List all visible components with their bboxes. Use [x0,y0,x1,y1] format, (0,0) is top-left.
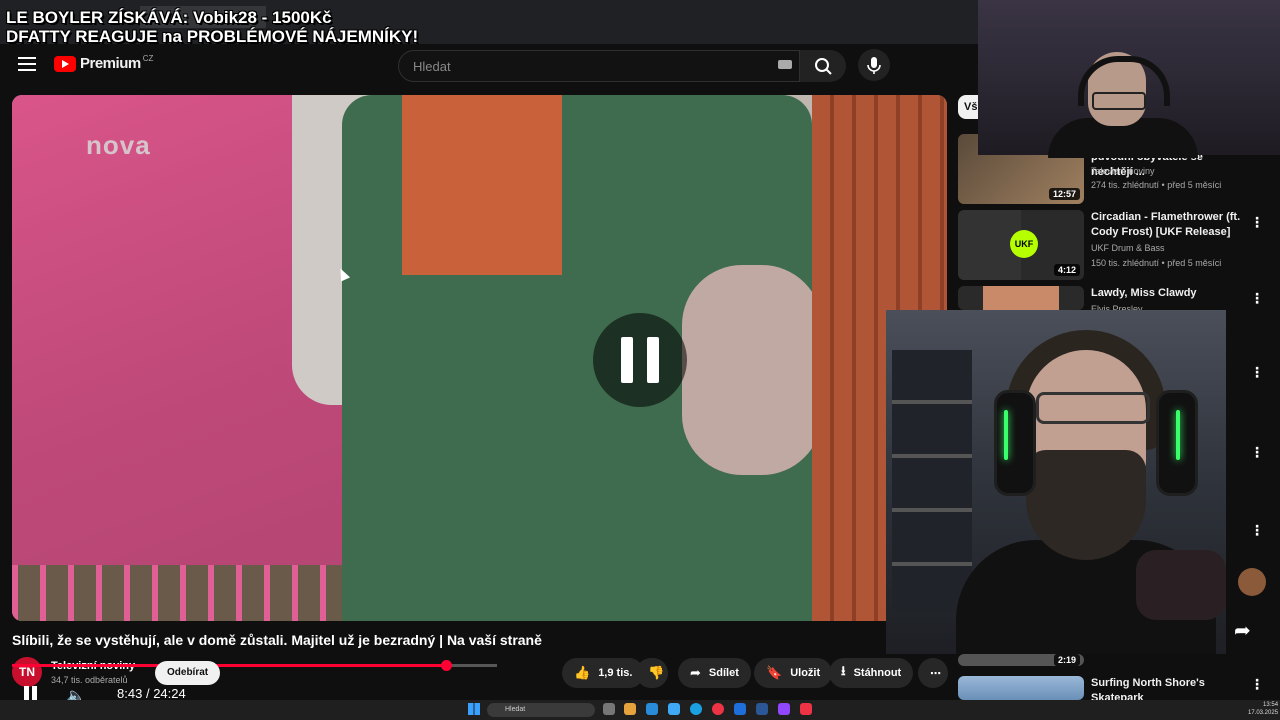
video-thumbnail[interactable]: 2:19 [958,654,1084,666]
file-explorer-icon[interactable] [624,703,636,715]
video-title[interactable]: Lawdy, Miss Clawdy [1091,286,1241,301]
clock-date: 17.03.2025 [1248,710,1279,716]
bookmark-icon: 🔖 [766,665,783,680]
time-separator: / [145,686,150,701]
video-title: Slíbili, že se vystěhují, ale v domě zůs… [12,632,542,648]
clock-time: 13:54 [1263,702,1279,708]
voice-search-button[interactable] [858,49,890,81]
download-label: Stáhnout [853,667,902,679]
video-thumbnail[interactable]: UKF 4:12 [958,210,1084,280]
video-thumbnail[interactable] [958,676,1084,700]
more-options-icon[interactable]: ⋮ [1250,676,1264,693]
video-meta: 150 tis. zhlédnutí • před 5 měsíci [1091,258,1222,268]
share-arrow-icon[interactable]: ➦ [1234,618,1251,643]
thumbs-down-icon: 👎 [648,665,665,680]
video-duration: 2:19 [1053,654,1080,666]
webcam-streamer-2 [886,310,1226,654]
twitch-icon[interactable] [778,703,790,715]
duration: 24:24 [153,686,186,701]
taskbar-search[interactable]: Hledat [487,703,595,717]
video-title[interactable]: Circadian - Flamethrower (ft. Cody Frost… [1091,210,1241,240]
time-display: 8:43 / 24:24 [117,686,186,701]
video-duration: 12:57 [1048,188,1080,200]
task-view-icon[interactable] [603,703,615,715]
more-icon: ⋯ [930,667,941,680]
like-button[interactable]: 👍 1,9 tis. [562,658,645,688]
share-label: Sdílet [708,667,739,679]
avatar-emoji-icon [1238,568,1266,596]
center-pause-icon[interactable] [593,313,687,407]
youtube-play-icon [54,55,76,72]
subscribe-button[interactable]: Odebírat [155,661,221,685]
edge-icon[interactable] [690,703,702,715]
microphone-icon [867,57,881,74]
channel-watermark: nova [86,130,151,160]
like-count: 1,9 tis. [598,667,633,679]
stream-overlay-title: LE BOYLER ZÍSKÁVÁ: Vobik28 - 1500Kč DFAT… [6,8,418,46]
more-options-icon[interactable]: ⋮ [1250,290,1264,307]
progress-bar-played [12,664,446,667]
hamburger-menu-icon[interactable] [18,57,36,71]
more-actions-button[interactable]: ⋯ [918,658,948,688]
download-button[interactable]: ⭳ Stáhnout [829,658,914,688]
video-scene-orange-shirt [402,95,562,275]
recommended-video[interactable]: UKF 4:12 Circadian - Flamethrower (ft. C… [958,210,1268,280]
logo-region: CZ [142,54,154,63]
steam-icon[interactable] [756,703,768,715]
thumbs-up-icon: 👍 [574,665,591,680]
video-duration: 4:12 [1053,264,1080,276]
keyboard-icon[interactable] [778,60,792,69]
share-button[interactable]: ➦ Sdílet [678,658,751,688]
current-time: 8:43 [117,686,143,701]
app-icon[interactable] [734,703,746,715]
video-scene-hand [682,265,822,475]
dislike-button[interactable]: 👎 [636,658,668,688]
mail-icon[interactable] [668,703,680,715]
overlay-line-2: DFATTY REAGUJE na PROBLÉMOVÉ NÁJEMNÍKY! [6,27,419,46]
store-icon[interactable] [646,703,658,715]
overlay-line-1: LE BOYLER ZÍSKÁVÁ: Vobik28 - 1500Kč [6,8,332,27]
download-icon: ⭳ [841,663,846,678]
more-options-icon[interactable]: ⋮ [1250,364,1264,381]
video-player[interactable] [12,95,947,621]
webcam-streamer-1 [978,0,1280,158]
more-options-icon[interactable]: ⋮ [1250,522,1264,539]
search-button[interactable] [800,50,846,82]
logo-text: Premium [80,55,141,72]
progress-scrubber-handle[interactable] [441,660,452,671]
share-icon: ➦ [690,665,701,680]
obs-icon[interactable] [800,703,812,715]
system-clock: 13:54 17.03.2025 [1248,701,1278,717]
youtube-logo[interactable]: Premium CZ [54,54,154,72]
video-meta: 274 tis. zhlédnutí • před 5 měsíci [1091,180,1222,190]
channel-avatar[interactable]: TN [12,657,42,687]
search-input[interactable] [411,58,775,75]
video-channel[interactable]: UKF Drum & Bass [1091,243,1165,253]
recommended-video[interactable]: 2:19 Surfing North Shore's Skatepark ⋮ [958,654,1268,704]
subscriber-count: 34,7 tis. odběratelů [51,675,128,685]
ukf-logo-icon: UKF [1010,230,1038,258]
windows-taskbar [0,700,1280,720]
more-options-icon[interactable]: ⋮ [1250,214,1264,231]
search-box [398,50,800,82]
save-button[interactable]: 🔖 Uložit [754,658,833,688]
more-options-icon[interactable]: ⋮ [1250,444,1264,461]
windows-start-icon[interactable] [468,703,480,715]
video-channel[interactable]: Televizní noviny [1091,166,1155,176]
chrome-icon[interactable] [712,703,724,715]
search-icon [815,58,832,75]
save-label: Uložit [790,667,821,679]
video-thumbnail[interactable] [958,286,1084,310]
